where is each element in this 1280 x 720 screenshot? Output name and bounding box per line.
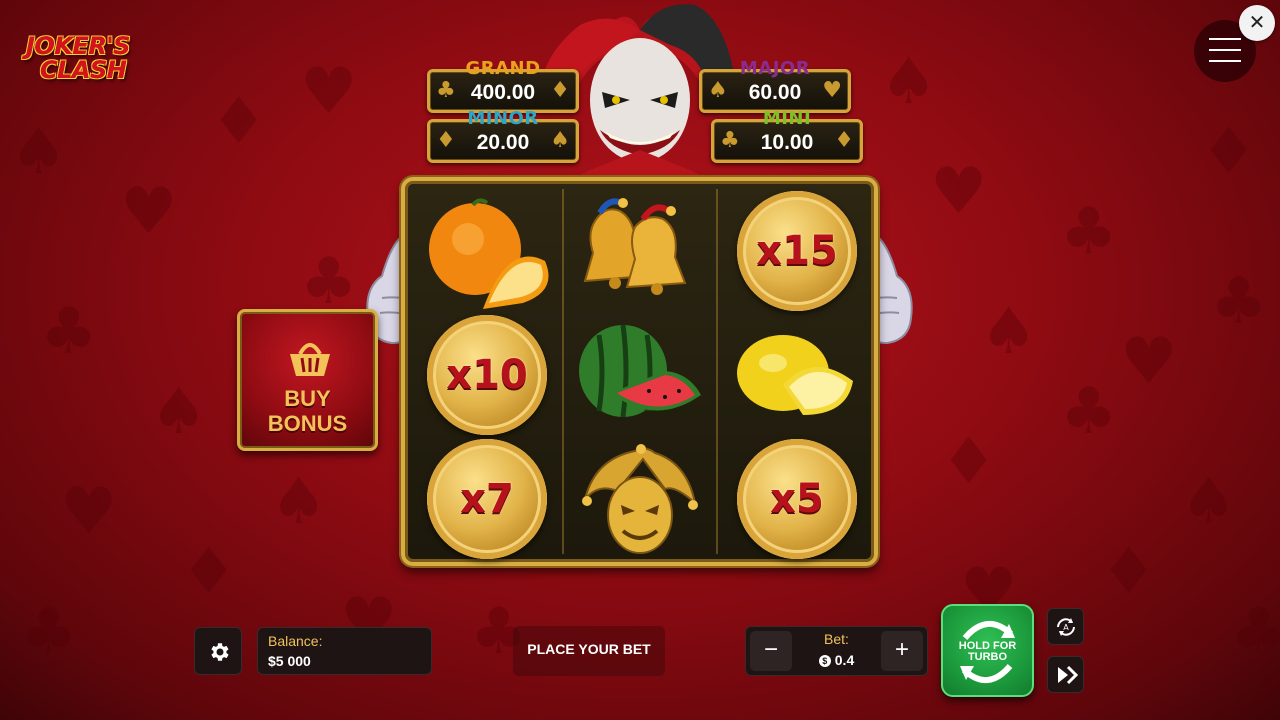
watermelon-icon (579, 324, 701, 418)
currency-coin-icon: $ (818, 655, 831, 667)
buy-bonus-label-1: BUY (284, 386, 331, 411)
increase-bet-button[interactable]: + (881, 631, 923, 671)
golden-jester-mask-icon (582, 444, 698, 554)
decrease-bet-button[interactable]: − (750, 631, 792, 671)
multiplier-coin-x5: x5 (737, 439, 857, 559)
place-your-bet-message: PLACE YOUR BET (513, 626, 665, 676)
spin-button[interactable]: HOLD FOR TURBO (941, 604, 1034, 697)
reel-grid: x10 x7 x15 x5 (401, 177, 878, 566)
reel-symbol-lemon (723, 315, 873, 437)
hamburger-icon-line (1209, 60, 1241, 62)
bet-control: − Bet: $0.4 + (745, 626, 928, 676)
bet-amount: $0.4 (796, 652, 877, 668)
multiplier-coin-x15: x15 (737, 191, 857, 311)
balance-value: $5 000 (268, 653, 311, 669)
balance-display: Balance: $5 000 (257, 627, 432, 675)
close-icon: ✕ (1248, 12, 1266, 34)
orange-icon (429, 198, 549, 309)
reel-symbol-bells (565, 191, 715, 313)
gear-icon (211, 643, 229, 661)
game-logo: JOKER'S CLASH (26, 34, 146, 82)
balance-label: Balance: (268, 633, 323, 649)
basket-icon (290, 343, 330, 376)
hamburger-icon-line (1209, 49, 1241, 51)
spin-label-line-2: TURBO (967, 651, 1008, 663)
jackpot-mini-name: MINI (762, 108, 812, 129)
bet-value: 0.4 (834, 652, 855, 668)
fast-forward-button[interactable] (1047, 656, 1084, 693)
reel-symbol-orange (413, 191, 563, 313)
fast-forward-icon (1057, 665, 1078, 685)
diamond-icon: ♦ (550, 78, 570, 103)
reel-symbol-watermelon (565, 315, 715, 437)
jackpot-minor-name: MINOR (467, 108, 539, 129)
close-button[interactable]: ✕ (1239, 5, 1275, 41)
autoplay-icon: A (1056, 618, 1075, 636)
buy-bonus-label-2: BONUS (267, 411, 348, 436)
reel-symbol-coin-x7: x7 (413, 439, 563, 561)
reel-symbol-coin-x5: x5 (723, 439, 873, 561)
jackpot-major: MAJOR ♠ 60.00 ♥ (699, 58, 851, 113)
bells-icon (583, 198, 687, 295)
jackpot-mini: MINI ♣ 10.00 ♦ (711, 108, 863, 163)
buy-bonus-button[interactable]: BUY BONUS (237, 309, 378, 451)
svg-text:A: A (1063, 623, 1069, 632)
reel-divider (716, 189, 718, 554)
autoplay-button[interactable]: A (1047, 608, 1084, 645)
jackpot-minor: MINOR ♦ 20.00 ♠ (427, 108, 579, 163)
multiplier-coin-x7: x7 (427, 439, 547, 559)
spade-icon: ♠ (550, 128, 570, 153)
logo-line-1: JOKER'S (26, 32, 130, 60)
diamond-icon: ♦ (834, 128, 854, 153)
reel-symbol-golden-jester-mask (565, 439, 715, 561)
bet-label: Bet: (824, 631, 849, 647)
settings-button[interactable] (194, 627, 242, 675)
logo-line-2: CLASH (40, 56, 127, 84)
lemon-icon (737, 335, 853, 415)
jackpot-grand-name: GRAND (465, 58, 541, 79)
hamburger-icon (1209, 38, 1241, 40)
heart-icon: ♥ (822, 78, 842, 103)
spin-label: HOLD FOR TURBO (943, 641, 1032, 663)
jackpot-major-name: MAJOR (739, 58, 811, 79)
reel-symbol-coin-x10: x10 (413, 315, 563, 437)
reel-symbol-coin-x15: x15 (723, 191, 873, 313)
multiplier-coin-x10: x10 (427, 315, 547, 435)
jackpot-grand: GRAND ♣ 400.00 ♦ (427, 58, 579, 113)
